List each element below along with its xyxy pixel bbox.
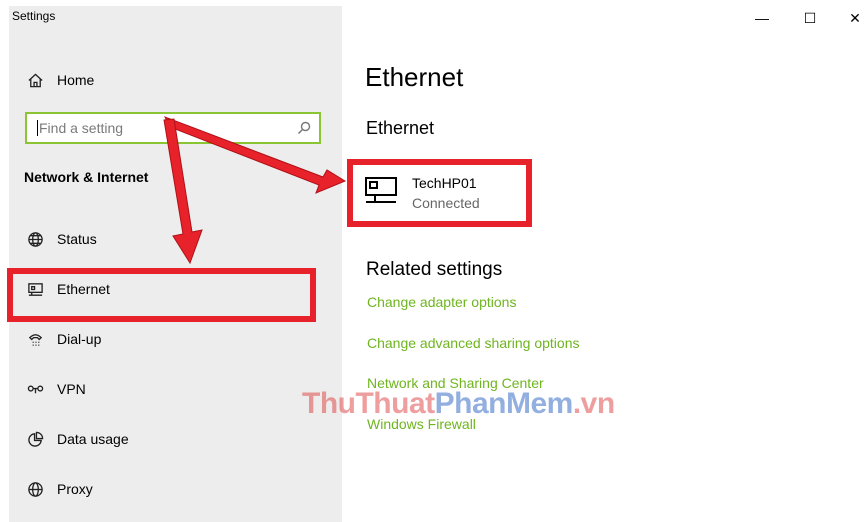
- annotation-highlight-ethernet: [7, 268, 316, 322]
- sidebar-item-label: Data usage: [57, 431, 129, 447]
- sidebar-item-label: Status: [57, 231, 97, 247]
- sidebar-item-status[interactable]: Status: [9, 219, 342, 259]
- ethernet-section-title: Ethernet: [366, 118, 435, 138]
- annotation-highlight-device: [347, 159, 532, 227]
- vpn-icon: [25, 379, 45, 399]
- data-usage-icon: [25, 429, 45, 449]
- related-settings-title: Related settings: [366, 259, 503, 280]
- watermark-part: PhanMem: [434, 387, 574, 420]
- page-title: Ethernet: [365, 62, 464, 92]
- sidebar-item-proxy[interactable]: Proxy: [9, 469, 342, 509]
- watermark: ThuThuatPhanMem.vn: [302, 387, 615, 421]
- sidebar-item-label: VPN: [57, 381, 86, 397]
- maximize-button[interactable]: ☐: [799, 10, 821, 27]
- globe-icon: [25, 479, 45, 499]
- sidebar-item-data-usage[interactable]: Data usage: [9, 419, 342, 459]
- globe-icon: [25, 229, 45, 249]
- sidebar-item-label: Proxy: [57, 481, 93, 497]
- search-input[interactable]: Find a setting: [25, 112, 321, 144]
- section-title: Network & Internet: [24, 169, 149, 185]
- nav-home[interactable]: Home: [9, 60, 342, 100]
- app-title: Settings: [12, 9, 56, 23]
- sidebar-item-vpn[interactable]: VPN: [9, 369, 342, 409]
- sidebar-item-label: Dial-up: [57, 331, 102, 347]
- search-icon[interactable]: [297, 121, 311, 140]
- nav-home-label: Home: [57, 72, 95, 88]
- watermark-part: .vn: [572, 387, 615, 420]
- watermark-part: ThuThuat: [302, 387, 435, 420]
- sidebar-item-dialup[interactable]: Dial-up: [9, 319, 342, 359]
- text-caret: [37, 120, 38, 136]
- search-placeholder: Find a setting: [39, 120, 124, 136]
- phone-icon: [25, 329, 45, 349]
- link-change-advanced-sharing[interactable]: Change advanced sharing options: [367, 335, 580, 351]
- close-button[interactable]: ✕: [844, 10, 866, 27]
- link-change-adapter-options[interactable]: Change adapter options: [367, 294, 516, 310]
- minimize-button[interactable]: —: [751, 10, 773, 26]
- home-icon: [25, 70, 45, 90]
